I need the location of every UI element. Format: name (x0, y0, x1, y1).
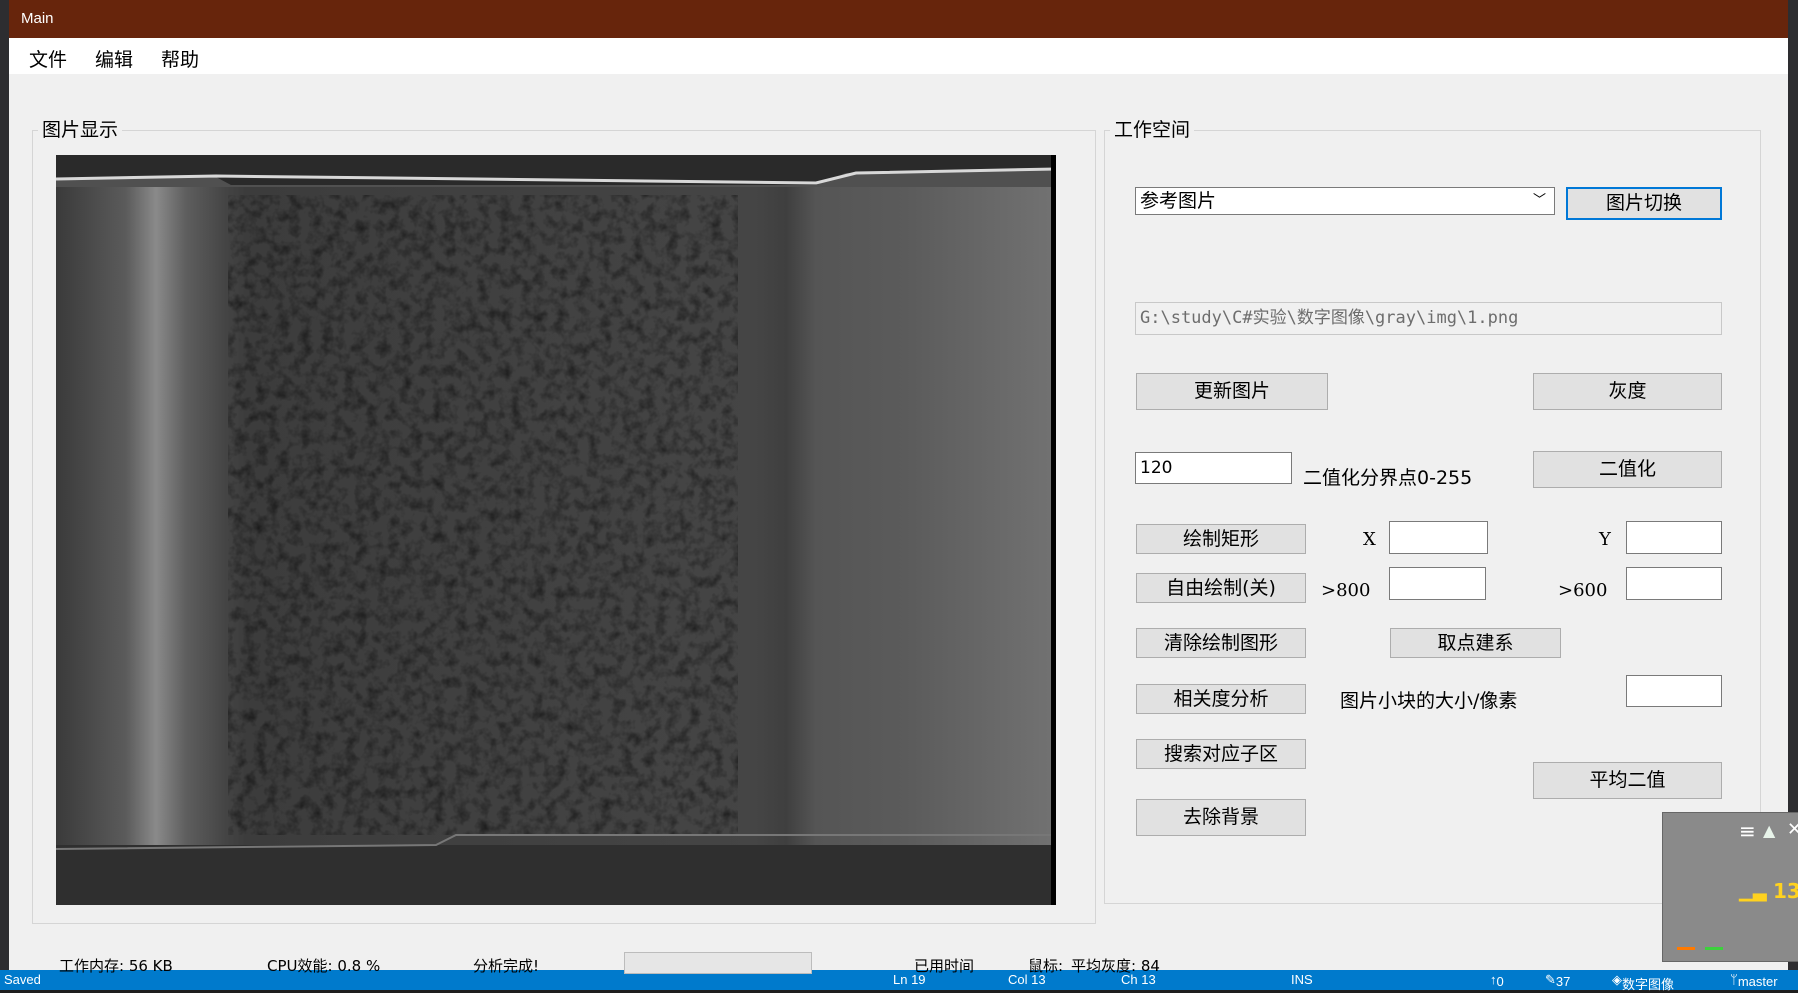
status-strip: 工作内存: 56 KB CPU效能: 0.8 % 分析完成! 已用时间 鼠标: … (9, 945, 1788, 975)
ide-push-count[interactable]: ↑ 0 (1490, 972, 1504, 989)
memory-status: 工作内存: 56 KB (59, 957, 173, 975)
ide-saved-status: Saved (4, 972, 41, 987)
main-window: Main 文件 编辑 帮助 图片显示 工作空间 参考图片 ﹀ 图片切换 G:\s… (9, 0, 1788, 975)
y-input[interactable] (1626, 521, 1722, 554)
menu-help[interactable]: 帮助 (161, 45, 199, 72)
average-binary-button[interactable]: 平均二值 (1533, 762, 1722, 799)
menu-icon[interactable]: ≡ (1739, 819, 1756, 843)
remove-background-button[interactable]: 去除背景 (1136, 799, 1306, 836)
draw-rectangle-button[interactable]: 绘制矩形 (1136, 524, 1306, 554)
specimen-image (56, 155, 1056, 905)
mouse-label: 鼠标: (1028, 957, 1064, 975)
block-size-input[interactable] (1626, 675, 1722, 707)
ide-insert-mode: INS (1291, 972, 1313, 987)
menu-bar: 文件 编辑 帮助 (9, 38, 1788, 74)
block-size-label: 图片小块的大小/像素 (1340, 690, 1518, 712)
image-view[interactable] (56, 155, 1056, 905)
y-limit-label: >600 (1558, 580, 1608, 601)
binarize-button[interactable]: 二值化 (1533, 451, 1722, 488)
signal-icon: ▁▃ (1739, 881, 1767, 902)
overlay-widget[interactable]: ≡ ▲ ✕ ▁▃ 13 (1662, 812, 1798, 962)
cpu-status: CPU效能: 0.8 % (267, 957, 381, 975)
x-limit-label: >800 (1321, 580, 1371, 601)
free-draw-button[interactable]: 自由绘制(关) (1136, 573, 1306, 603)
pick-points-button[interactable]: 取点建系 (1390, 628, 1561, 658)
progress-bar (624, 952, 812, 974)
switch-image-button[interactable]: 图片切换 (1566, 187, 1722, 220)
x-limit-input[interactable] (1389, 567, 1486, 600)
workspace-title: 工作空间 (1110, 115, 1195, 142)
correlation-analysis-button[interactable]: 相关度分析 (1136, 684, 1306, 714)
menu-file[interactable]: 文件 (29, 45, 67, 72)
arrow-up-icon[interactable]: ▲ (1763, 821, 1775, 840)
orange-indicator (1677, 947, 1695, 950)
image-path-field[interactable]: G:\study\C#实验\数字图像\gray\img\1.png (1135, 302, 1722, 335)
overlay-number: 13 (1773, 879, 1798, 903)
threshold-input[interactable]: 120 (1135, 452, 1292, 484)
update-image-button[interactable]: 更新图片 (1136, 373, 1328, 410)
ide-branch[interactable]: ᛘ master (1730, 972, 1778, 989)
elapsed-time-label: 已用时间 (914, 957, 975, 975)
message-status: 分析完成! (473, 957, 540, 975)
green-indicator (1705, 947, 1723, 950)
threshold-label: 二值化分界点0-255 (1303, 467, 1473, 489)
average-gray-status: 平均灰度: 84 (1071, 957, 1160, 975)
x-label: X (1363, 529, 1376, 550)
close-icon[interactable]: ✕ (1787, 819, 1798, 840)
image-select-value: 参考图片 (1140, 190, 1217, 212)
menu-edit[interactable]: 编辑 (95, 45, 133, 72)
chevron-down-icon: ﹀ (1532, 193, 1546, 208)
y-limit-input[interactable] (1626, 567, 1722, 600)
image-select[interactable]: 参考图片 ﹀ (1135, 187, 1555, 215)
grayscale-button[interactable]: 灰度 (1533, 373, 1722, 410)
y-label: Y (1599, 529, 1611, 550)
ide-edit-count[interactable]: ✎ 37 (1545, 972, 1570, 989)
clear-drawing-button[interactable]: 清除绘制图形 (1136, 628, 1306, 658)
title-bar[interactable]: Main (9, 0, 1788, 38)
x-input[interactable] (1389, 521, 1488, 554)
image-display-title: 图片显示 (38, 115, 123, 142)
ide-repo[interactable]: ◈ 数字图像 (1612, 972, 1674, 992)
search-subregion-button[interactable]: 搜索对应子区 (1136, 739, 1306, 769)
window-title: Main (21, 10, 54, 27)
